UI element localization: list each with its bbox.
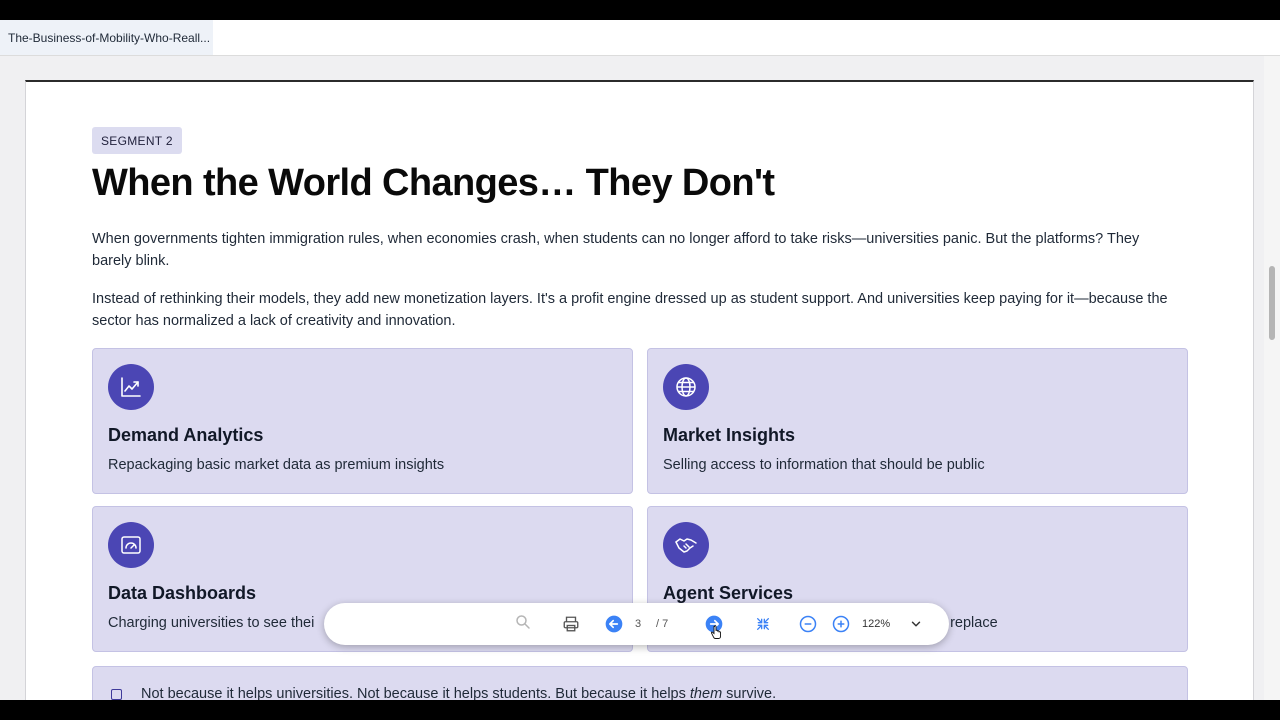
callout-note: Not because it helps universities. Not b… xyxy=(92,666,1188,700)
zoom-out-button[interactable] xyxy=(796,603,820,645)
top-frame xyxy=(0,0,1280,20)
bottom-frame xyxy=(0,700,1280,720)
paragraph-2: Instead of rethinking their models, they… xyxy=(92,291,1168,329)
collapse-icon xyxy=(757,618,769,630)
minus-circle-icon xyxy=(799,615,817,633)
card-title: Agent Services xyxy=(663,583,794,603)
plus-circle-icon xyxy=(832,615,850,633)
dashboard-icon xyxy=(108,522,154,568)
pdf-floating-toolbar: / 7 122% xyxy=(324,603,949,645)
handshake-icon xyxy=(663,522,709,568)
callout-text-end: survive. xyxy=(722,686,777,700)
search-input[interactable] xyxy=(340,611,540,637)
card-demand-analytics: Demand Analytics Repackaging basic marke… xyxy=(92,348,633,494)
scrollbar-thumb[interactable] xyxy=(1269,266,1275,340)
card-title: Data Dashboards xyxy=(108,583,257,603)
search-icon[interactable] xyxy=(514,613,532,636)
zoom-level[interactable]: 122% xyxy=(862,603,890,645)
card-description: Repackaging basic market data as premium… xyxy=(108,457,445,473)
zoom-dropdown-button[interactable] xyxy=(906,603,926,645)
segment-badge: SEGMENT 2 xyxy=(92,127,182,154)
tab-title: The-Business-of-Mobility-Who-Reall... xyxy=(8,30,211,45)
search-box[interactable] xyxy=(340,603,540,645)
chevron-down-icon xyxy=(911,621,921,627)
print-icon xyxy=(563,616,579,632)
paragraph-1: When governments tighten immigration rul… xyxy=(92,231,1140,269)
line-chart-icon xyxy=(108,364,154,410)
card-market-insights: Market Insights Selling access to inform… xyxy=(647,348,1188,494)
fit-page-button[interactable] xyxy=(750,603,776,645)
page-total: / 7 xyxy=(656,618,669,630)
globe-icon xyxy=(663,364,709,410)
checkbox-icon xyxy=(111,689,122,700)
zoom-in-button[interactable] xyxy=(829,603,853,645)
mouse-cursor-icon xyxy=(710,625,722,644)
card-description: Charging universities to see thei xyxy=(108,615,315,631)
previous-page-button[interactable] xyxy=(602,603,626,645)
page-number-input[interactable] xyxy=(627,613,649,635)
card-description: Selling access to information that shoul… xyxy=(663,457,985,473)
callout-text: Not because it helps universities. Not b… xyxy=(141,686,776,700)
page-heading: When the World Changes… They Don't xyxy=(92,162,775,204)
tab-strip: The-Business-of-Mobility-Who-Reall... xyxy=(0,20,1280,56)
card-title: Market Insights xyxy=(663,425,796,445)
callout-emphasis: them xyxy=(689,686,723,700)
card-title: Demand Analytics xyxy=(108,425,264,445)
scrollbar-track[interactable] xyxy=(1264,56,1280,700)
tab-document[interactable]: The-Business-of-Mobility-Who-Reall... xyxy=(0,20,213,55)
arrow-left-icon xyxy=(605,615,623,633)
callout-text-start: Not because it helps universities. Not b… xyxy=(141,686,690,700)
print-button[interactable] xyxy=(558,603,584,645)
